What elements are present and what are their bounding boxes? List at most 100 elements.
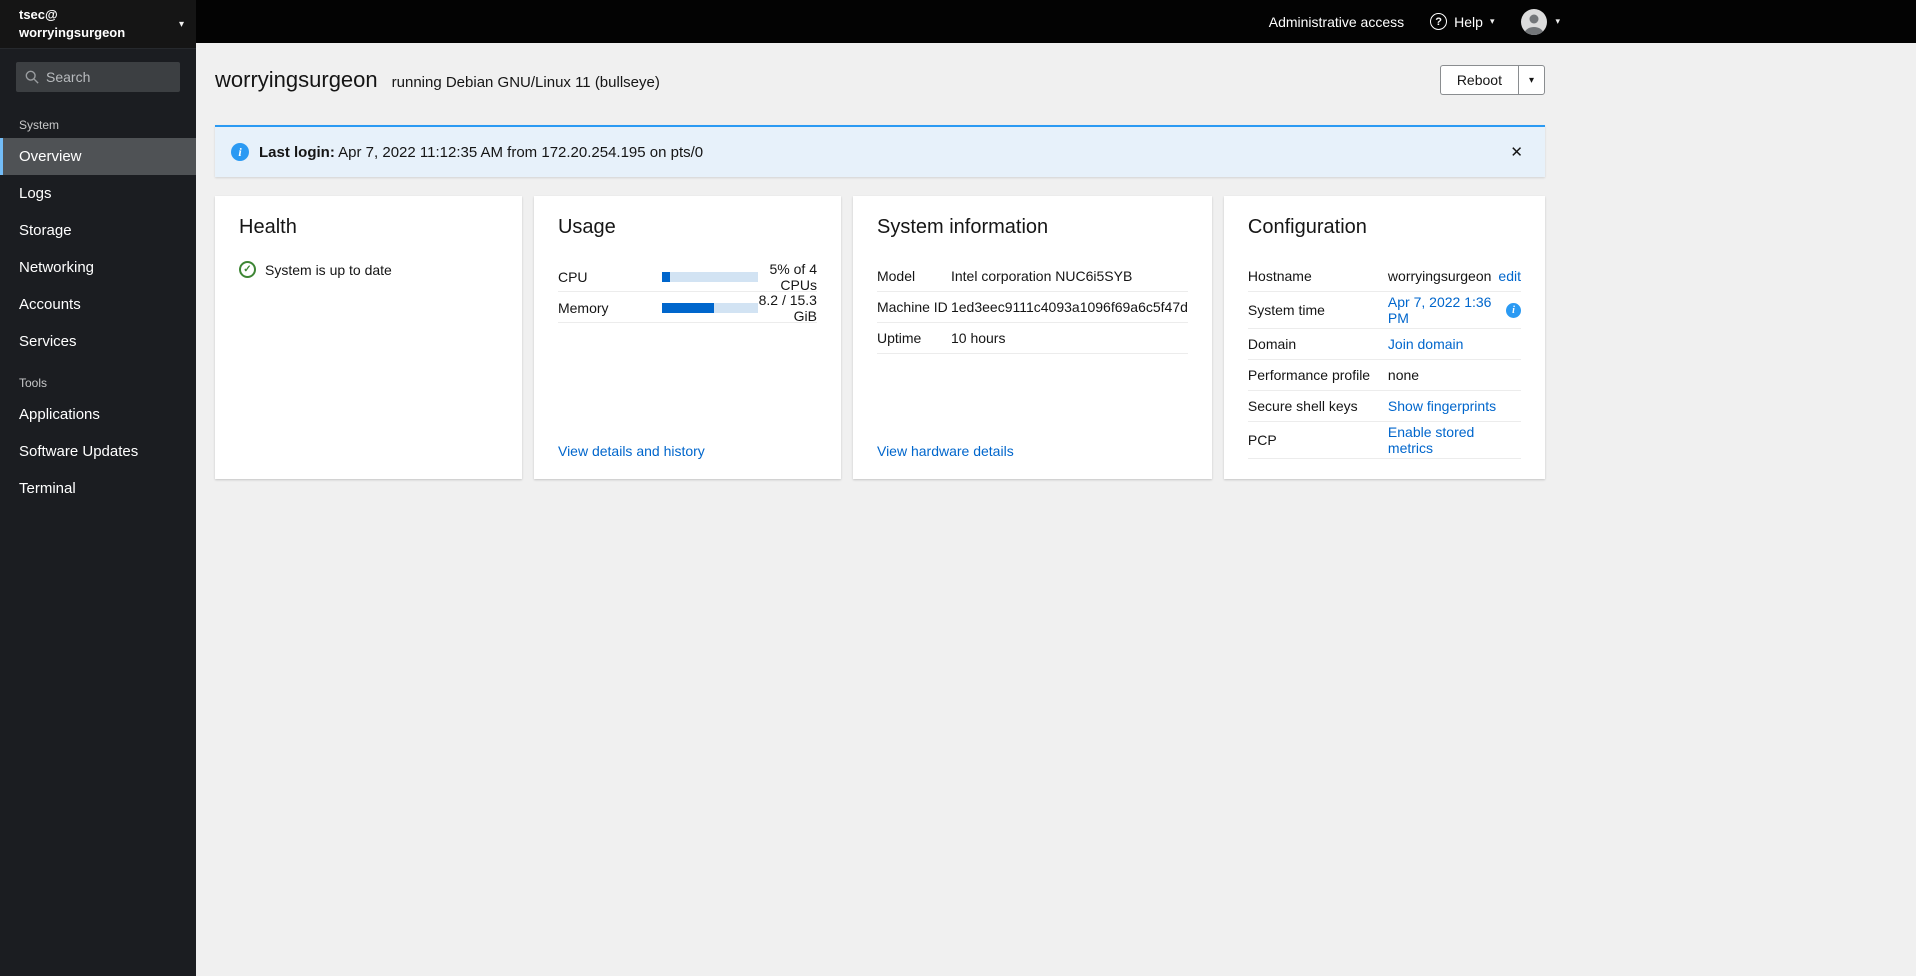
system-info-card-body: Model Intel corporation NUC6i5SYB Machin… (876, 261, 1188, 443)
page-header: worryingsurgeon running Debian GNU/Linux… (215, 65, 1545, 95)
sidebar-item-logs[interactable]: Logs (0, 175, 196, 212)
sidebar-item-terminal[interactable]: Terminal (0, 470, 196, 507)
system-time-link[interactable]: Apr 7, 2022 1:36 PM (1388, 294, 1499, 326)
chevron-down-icon: ▾ (1528, 74, 1534, 86)
app-shell: tsec@ worryingsurgeon ▾ System Overview … (0, 0, 1916, 976)
model-row: Model Intel corporation NUC6i5SYB (876, 261, 1188, 292)
system-time-row: System time Apr 7, 2022 1:36 PM i (1247, 292, 1521, 329)
os-release-text: running Debian GNU/Linux 11 (bullseye) (391, 74, 660, 91)
sidebar-nav: System Overview Logs Storage Networking … (0, 102, 196, 507)
hostname-label: Hostname (1247, 268, 1312, 284)
avatar (1521, 8, 1548, 35)
sidebar-item-storage[interactable]: Storage (0, 212, 196, 249)
last-login-alert: i Last login: Apr 7, 2022 11:12:35 AM fr… (215, 125, 1545, 177)
title-group: worryingsurgeon running Debian GNU/Linux… (215, 67, 660, 93)
cpu-label: CPU (557, 269, 588, 285)
sidebar-item-software-updates[interactable]: Software Updates (0, 433, 196, 470)
edit-hostname-link[interactable]: edit (1498, 268, 1521, 284)
domain-row: Domain Join domain (1247, 329, 1521, 360)
info-icon: i (231, 143, 249, 161)
memory-usage-value: 8.2 / 15.3 GiB (758, 292, 817, 324)
masthead: Administrative access ? Help ▾ ▾ (196, 0, 1916, 43)
check-circle-icon: ✓ (239, 261, 256, 278)
hostname-row: Hostname worryingsurgeon edit (1247, 261, 1521, 292)
reboot-button[interactable]: Reboot (1439, 65, 1518, 95)
alert-title: Last login: (259, 143, 335, 161)
pcp-row: PCP Enable stored metrics (1247, 422, 1521, 459)
search-icon (25, 70, 39, 84)
administrative-access-button[interactable]: Administrative access (1269, 14, 1404, 30)
cpu-usage-row: CPU 5% of 4 CPUs (557, 261, 817, 293)
reboot-dropdown-toggle[interactable]: ▾ (1517, 65, 1545, 95)
configuration-card-title: Configuration (1247, 216, 1367, 238)
memory-label: Memory (557, 300, 609, 316)
memory-usage-row: Memory 8.2 / 15.3 GiB (557, 292, 817, 324)
chevron-down-icon: ▾ (1489, 16, 1495, 26)
performance-profile-value: none (1387, 367, 1420, 383)
host-switcher[interactable]: tsec@ worryingsurgeon ▾ (0, 0, 196, 50)
machine-id-label: Machine ID (876, 299, 948, 315)
host-switcher-label: tsec@ worryingsurgeon (19, 6, 125, 42)
search-input[interactable] (16, 62, 180, 93)
usage-card-title: Usage (557, 216, 616, 238)
usage-card-body: CPU 5% of 4 CPUs Memory 8.2 / 15.3 GiB (557, 261, 817, 443)
sidebar-item-accounts[interactable]: Accounts (0, 286, 196, 323)
overview-page: worryingsurgeon running Debian GNU/Linux… (196, 43, 1916, 479)
health-card-title: Health (239, 216, 297, 238)
system-time-label: System time (1247, 302, 1325, 318)
secure-shell-keys-label: Secure shell keys (1247, 398, 1358, 414)
alert-message: Apr 7, 2022 11:12:35 AM from 172.20.254.… (338, 143, 704, 161)
machine-id-value: 1ed3eec9111c4093a1096f69a6c5f47d (950, 299, 1188, 315)
health-card: Health ✓ System is up to date (215, 196, 522, 479)
logged-in-host: worryingsurgeon (19, 25, 126, 41)
domain-label: Domain (1247, 336, 1297, 352)
uptime-label: Uptime (876, 330, 922, 346)
usage-card: Usage CPU 5% of 4 CPUs Memory 8.2 / 15.3… (533, 196, 841, 479)
reboot-split-button: Reboot ▾ (1439, 65, 1545, 95)
health-card-body: ✓ System is up to date (239, 261, 498, 459)
system-information-card: System information Model Intel corporati… (852, 196, 1212, 479)
question-circle-icon: ? (1430, 13, 1448, 30)
close-icon[interactable]: ✕ (1504, 141, 1529, 163)
pcp-label: PCP (1247, 432, 1277, 448)
search-box (16, 62, 180, 93)
health-status-text: System is up to date (265, 261, 392, 278)
session-menu[interactable]: ▾ (1520, 8, 1560, 36)
show-fingerprints-link[interactable]: Show fingerprints (1388, 398, 1496, 414)
configuration-card: Configuration Hostname worryingsurgeon e… (1223, 196, 1545, 479)
join-domain-link[interactable]: Join domain (1388, 336, 1464, 352)
cpu-usage-value: 5% of 4 CPUs (769, 261, 817, 293)
help-menu[interactable]: ? Help ▾ (1430, 13, 1494, 30)
nav-section-system-label: System (19, 118, 60, 133)
health-status-row: ✓ System is up to date (239, 261, 498, 278)
sidebar-item-applications[interactable]: Applications (0, 396, 196, 433)
machine-id-row: Machine ID 1ed3eec9111c4093a1096f69a6c5f… (876, 292, 1188, 323)
chevron-down-icon: ▾ (1555, 16, 1560, 26)
cpu-progress-bar (661, 272, 758, 282)
sidebar: tsec@ worryingsurgeon ▾ System Overview … (0, 0, 196, 976)
view-details-history-link[interactable]: View details and history (558, 443, 817, 459)
help-label: Help (1454, 13, 1483, 30)
view-hardware-details-link[interactable]: View hardware details (877, 443, 1188, 459)
info-icon: i (1506, 302, 1521, 318)
uptime-row: Uptime 10 hours (876, 323, 1188, 354)
logged-in-user: tsec@ (19, 7, 58, 22)
performance-profile-label: Performance profile (1247, 367, 1371, 383)
chevron-down-icon: ▾ (178, 18, 184, 30)
alert-text: Last login: Apr 7, 2022 11:12:35 AM from… (259, 144, 703, 161)
sidebar-item-overview[interactable]: Overview (0, 138, 196, 176)
secure-shell-keys-row: Secure shell keys Show fingerprints (1247, 391, 1521, 422)
sidebar-item-networking[interactable]: Networking (0, 249, 196, 286)
overview-cards: Health ✓ System is up to date Usage CPU (215, 196, 1545, 479)
hostname-value: worryingsurgeon (1387, 268, 1492, 284)
model-label: Model (876, 268, 916, 284)
uptime-value: 10 hours (950, 330, 1006, 346)
sidebar-item-services[interactable]: Services (0, 323, 196, 360)
enable-stored-metrics-link[interactable]: Enable stored metrics (1388, 424, 1521, 456)
nav-section-tools-label: Tools (19, 376, 48, 391)
configuration-card-body: Hostname worryingsurgeon edit System tim… (1247, 261, 1521, 459)
memory-progress-bar (661, 303, 758, 313)
performance-profile-row: Performance profile none (1247, 360, 1521, 391)
system-info-card-title: System information (876, 216, 1049, 238)
model-value: Intel corporation NUC6i5SYB (950, 268, 1133, 284)
